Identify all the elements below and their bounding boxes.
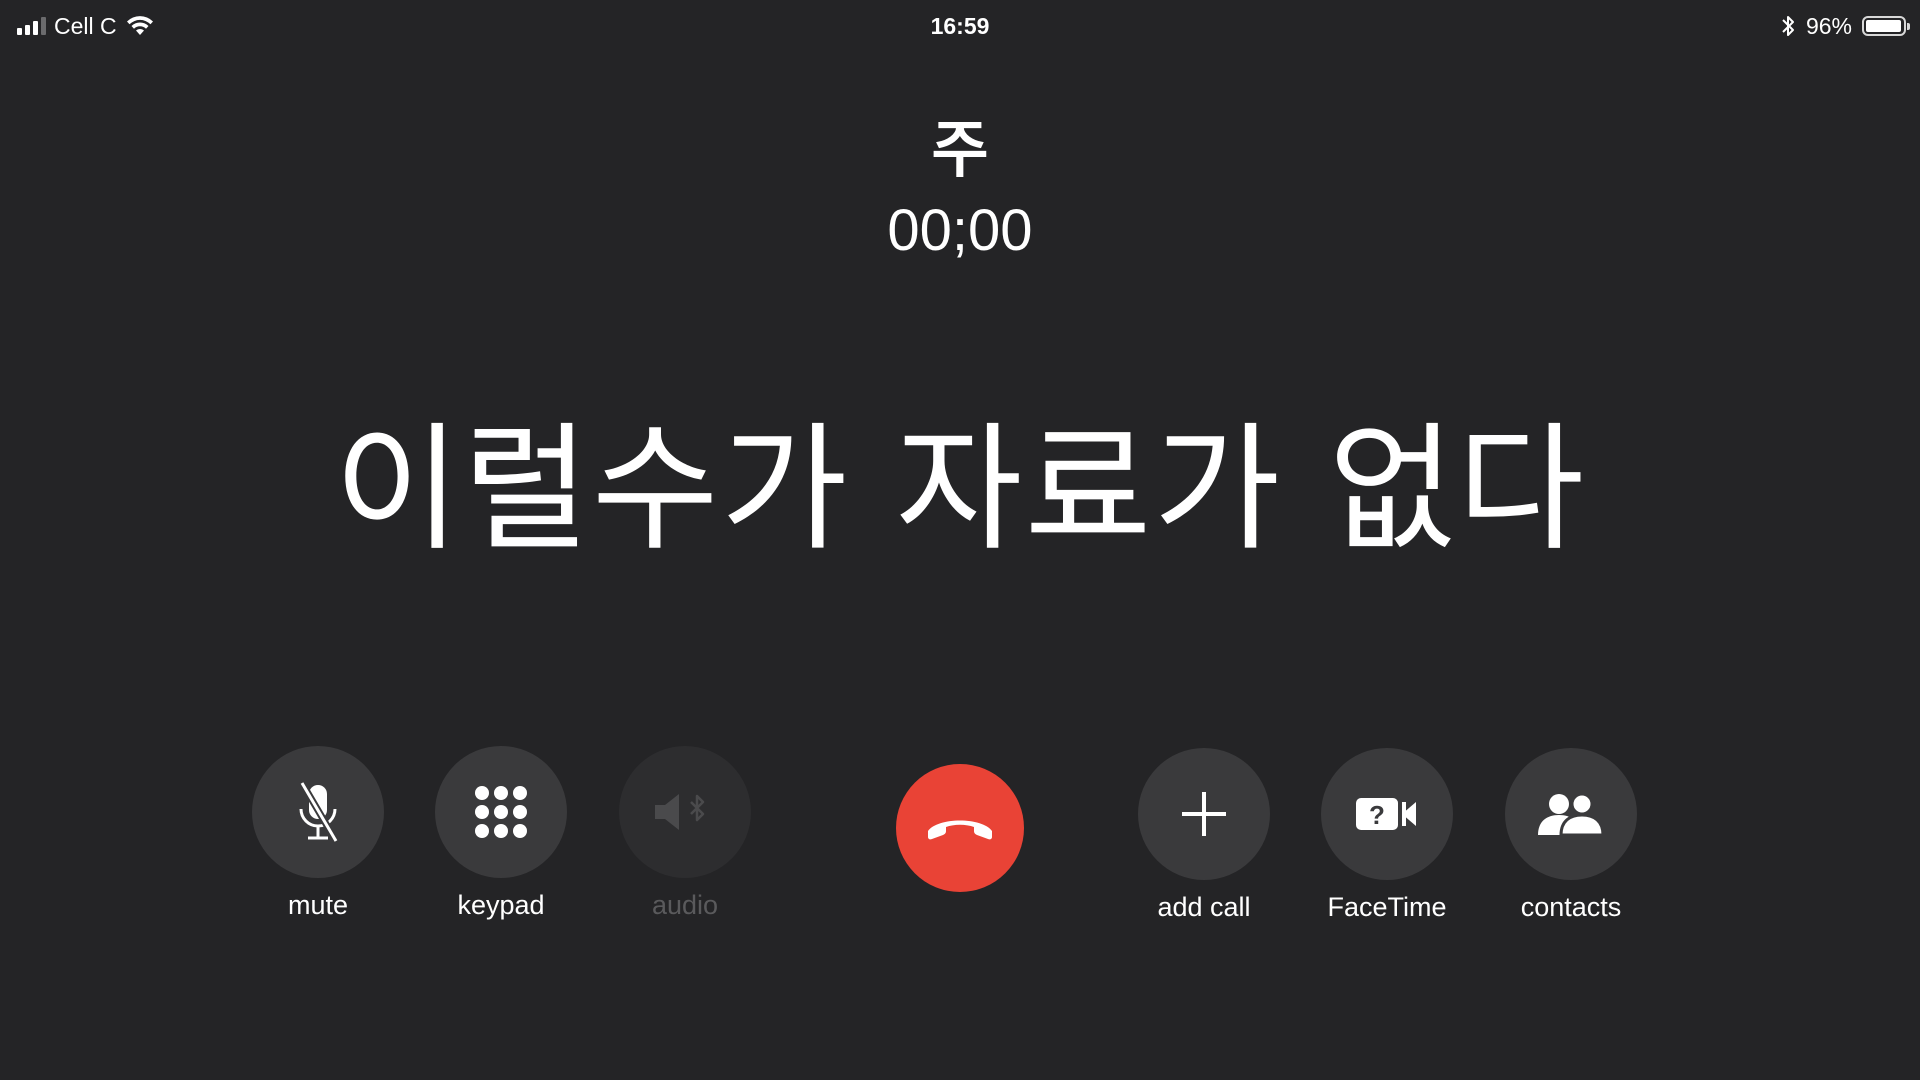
contacts-label: contacts [1520,892,1622,922]
cellular-signal-icon [17,17,46,35]
facetime-button[interactable]: ? [1321,748,1453,880]
microphone-slash-icon [298,781,340,843]
keypad-grid-icon [475,786,527,838]
contacts-people-icon [1538,792,1605,837]
overlay-message: 이럴수가 자료가 없다 [333,409,1587,570]
bluetooth-icon [1782,16,1794,36]
status-bar-right: 96% [1780,12,1910,40]
caller-name: 주 [931,113,989,186]
phone-hangup-icon [928,820,992,840]
audio-button [619,746,751,878]
battery-percentage: 96% [1805,13,1852,39]
svg-text:?: ? [1369,800,1385,830]
status-bar-left: Cell C [17,12,155,40]
status-bar-time: 16:59 [930,13,990,39]
contacts-button[interactable] [1505,748,1637,880]
add-call-button[interactable] [1138,748,1270,880]
add-call-label: add call [1157,892,1251,922]
call-timer: 00;00 [887,198,1033,263]
plus-icon [1182,792,1226,836]
mute-button[interactable] [252,746,384,878]
mute-label: mute [287,890,349,920]
call-screen: Cell C 16:59 96% 주 00;00 이럴수가 자료가 없다 mut… [0,0,1920,1080]
speaker-bluetooth-icon [655,794,705,830]
facetime-label: FaceTime [1327,892,1447,922]
battery-level-fill [1866,20,1901,32]
wifi-icon [126,16,153,35]
battery-cap [1907,23,1910,30]
end-call-button[interactable] [896,764,1024,892]
audio-label: audio [651,890,719,920]
facetime-question-icon: ? [1356,798,1416,830]
battery-icon [1862,16,1910,36]
keypad-label: keypad [457,890,545,920]
carrier-name: Cell C [54,13,117,39]
keypad-button[interactable] [435,746,567,878]
